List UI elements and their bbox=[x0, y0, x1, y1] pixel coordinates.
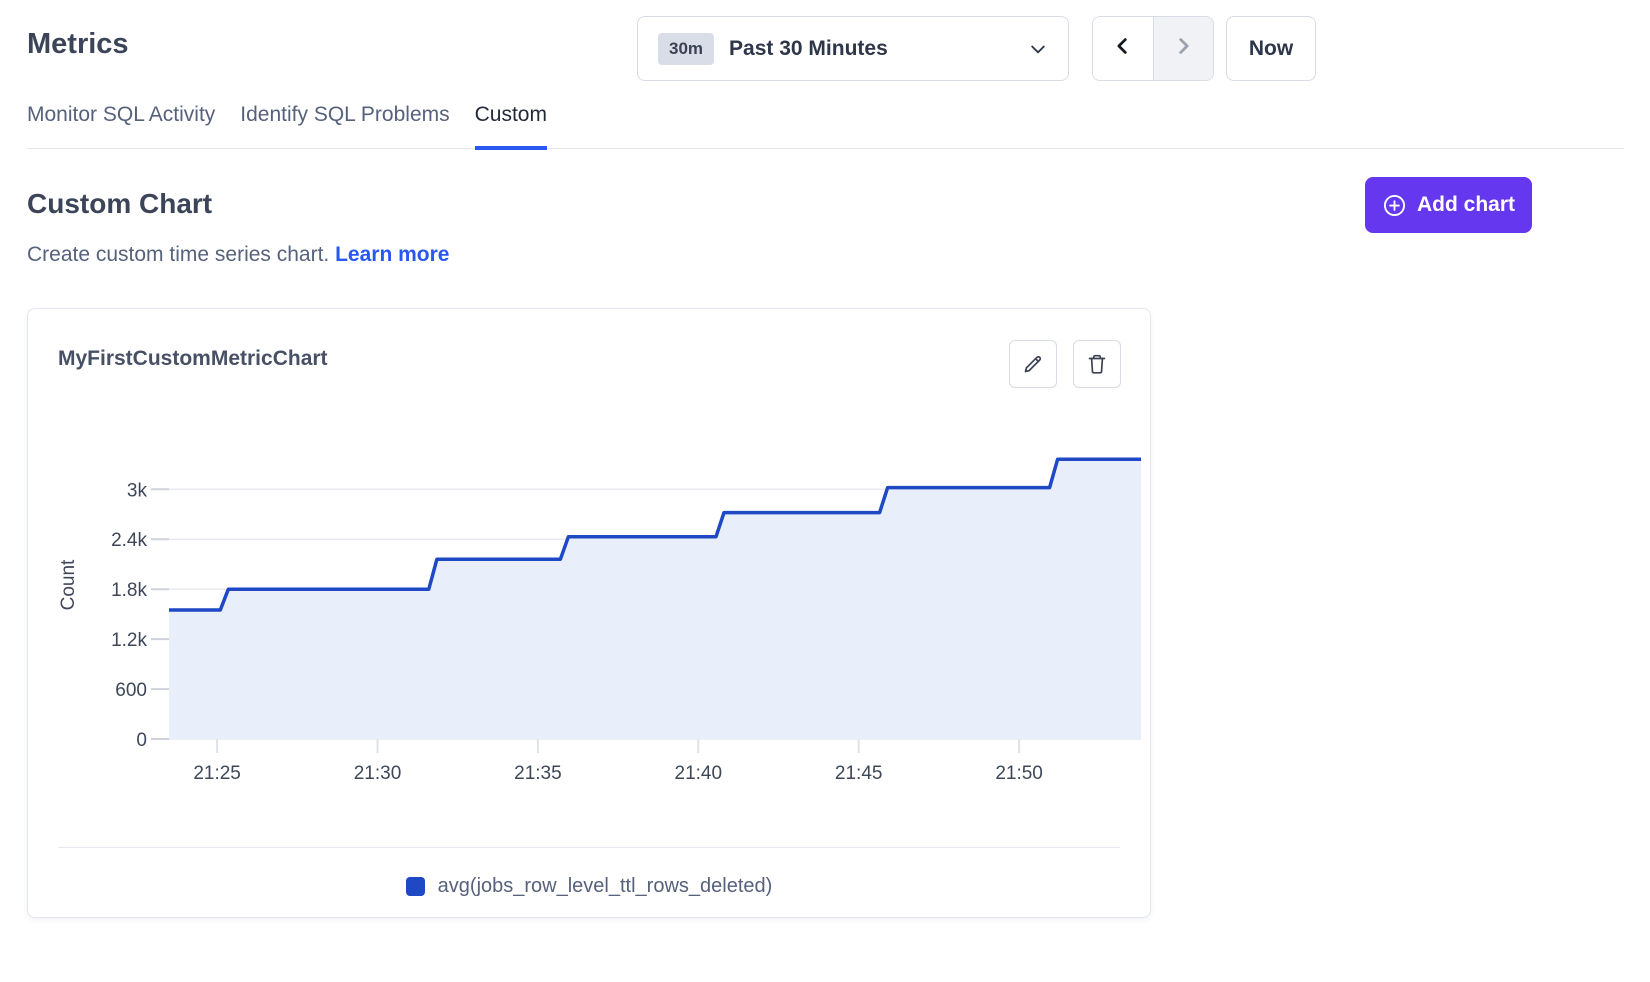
add-chart-label: Add chart bbox=[1417, 193, 1515, 217]
chevron-down-icon bbox=[1028, 39, 1048, 59]
tab-identify-sql-problems[interactable]: Identify SQL Problems bbox=[240, 103, 449, 148]
svg-text:21:25: 21:25 bbox=[193, 763, 241, 784]
custom-chart-card: MyFirstCustomMetricChart 06001.2k1.8k2.4… bbox=[27, 308, 1151, 918]
subtitle-text: Create custom time series chart. bbox=[27, 243, 329, 266]
section-heading: Custom Chart bbox=[27, 188, 212, 220]
svg-text:21:40: 21:40 bbox=[675, 763, 723, 784]
svg-text:3k: 3k bbox=[127, 480, 148, 501]
chevron-left-icon bbox=[1112, 35, 1134, 62]
time-pager bbox=[1092, 16, 1214, 81]
plus-circle-icon bbox=[1382, 193, 1407, 218]
svg-text:21:45: 21:45 bbox=[835, 763, 883, 784]
prev-time-button[interactable] bbox=[1093, 17, 1153, 80]
legend-divider bbox=[58, 847, 1120, 848]
legend-label: avg(jobs_row_level_ttl_rows_deleted) bbox=[438, 875, 773, 898]
now-button-label: Now bbox=[1249, 37, 1293, 61]
svg-text:1.8k: 1.8k bbox=[111, 580, 147, 601]
svg-text:21:35: 21:35 bbox=[514, 763, 562, 784]
time-range-badge: 30m bbox=[658, 33, 714, 65]
svg-text:1.2k: 1.2k bbox=[111, 630, 147, 651]
svg-text:600: 600 bbox=[115, 680, 147, 701]
svg-text:21:50: 21:50 bbox=[995, 763, 1043, 784]
tab-monitor-sql-activity[interactable]: Monitor SQL Activity bbox=[27, 103, 215, 148]
metrics-tabs: Monitor SQL Activity Identify SQL Proble… bbox=[27, 103, 1624, 149]
svg-text:0: 0 bbox=[136, 730, 147, 751]
legend-swatch bbox=[406, 877, 425, 896]
chevron-right-icon bbox=[1172, 35, 1194, 62]
page-title: Metrics bbox=[27, 28, 129, 61]
legend-item[interactable]: avg(jobs_row_level_ttl_rows_deleted) bbox=[28, 875, 1150, 898]
next-time-button[interactable] bbox=[1153, 17, 1214, 80]
section-subtitle: Create custom time series chart. Learn m… bbox=[27, 243, 449, 267]
now-button[interactable]: Now bbox=[1226, 16, 1316, 81]
tab-custom[interactable]: Custom bbox=[475, 103, 547, 148]
svg-text:21:30: 21:30 bbox=[354, 763, 402, 784]
metrics-page: Metrics 30m Past 30 Minutes Now Monitor … bbox=[0, 0, 1650, 982]
svg-text:Count: Count bbox=[58, 559, 79, 610]
time-range-label: Past 30 Minutes bbox=[729, 37, 888, 61]
svg-text:2.4k: 2.4k bbox=[111, 530, 147, 551]
time-range-select[interactable]: 30m Past 30 Minutes bbox=[637, 16, 1069, 81]
add-chart-button[interactable]: Add chart bbox=[1365, 177, 1532, 233]
custom-chart-plot[interactable]: 0 600 1.2k 1.8k 2.4k 3k 21:25 21:30 21:35 21:40 21… bbox=[28, 309, 1152, 919]
learn-more-link[interactable]: Learn more bbox=[335, 243, 449, 266]
